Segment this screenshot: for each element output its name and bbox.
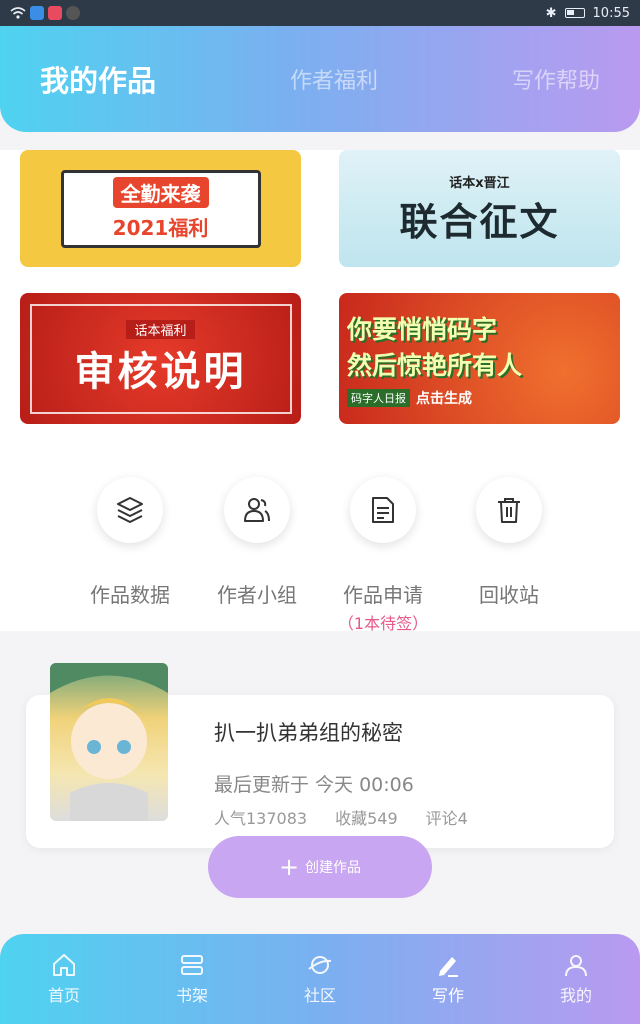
banner-chip: 码字人日报 (347, 388, 410, 407)
tabbar-label: 首页 (47, 986, 80, 1005)
tabbar-bookshelf[interactable]: 书架 (152, 952, 232, 1006)
tabbar-community[interactable]: 社区 (280, 952, 360, 1006)
planet-icon (308, 956, 332, 974)
pending-sign-count: （1本待签） (337, 614, 429, 633)
banner-writing-daily[interactable]: 你要悄悄码字 然后惊艳所有人 码字人日报 点击生成 (339, 293, 620, 424)
home-icon (53, 954, 75, 976)
status-icons-left (10, 6, 80, 20)
banner-attendance-welfare[interactable]: 全勤来袭 2021福利 (20, 150, 301, 267)
tabbar-home[interactable]: 首页 (24, 952, 104, 1006)
heart-app-icon (48, 6, 62, 20)
tabbar-label: 社区 (303, 986, 336, 1005)
tabbar-label: 写作 (431, 986, 464, 1005)
banner-title: 全勤来袭 (112, 176, 209, 208)
shortcut-work-application[interactable]: 作品申请 （1本待签） (318, 477, 448, 634)
work-popularity: 人气137083 (214, 809, 308, 828)
bottom-tab-bar: 首页 书架 社区 写作 我的 (0, 934, 640, 1024)
works-list: 扒一扒弟弟组的秘密 最后更新于 今天 00:06 人气137083 收藏549 … (0, 637, 640, 934)
shortcut-work-data[interactable]: 作品数据 (65, 477, 195, 608)
trash-icon (498, 498, 520, 523)
shortcut-label: 回收站 (479, 583, 539, 607)
banner-card: 全勤来袭 2021福利 (60, 169, 261, 248)
banner-review-guide[interactable]: 话本福利 审核说明 (20, 293, 301, 424)
shortcut-icon-circle (97, 477, 163, 543)
status-icons-right: ✱ 10:55 (546, 6, 630, 21)
layers-icon (117, 497, 143, 523)
work-last-updated: 最后更新于 今天 00:06 (214, 774, 414, 796)
bookshelf-icon (181, 955, 203, 975)
shortcut-label: 作品申请 (343, 583, 423, 607)
shortcut-recycle-bin[interactable]: 回收站 (444, 477, 574, 608)
status-bar: ✱ 10:55 (0, 0, 640, 26)
bluetooth-icon: ✱ (545, 5, 557, 21)
shortcut-label: 作者小组 (217, 583, 297, 607)
battery-icon (564, 8, 585, 18)
banner-footer: 码字人日报 点击生成 (347, 388, 472, 408)
create-work-label: 创建作品 (305, 860, 362, 876)
shortcut-label: 作品数据 (90, 583, 170, 607)
banner-joint-contest[interactable]: 话本x晋江 联合征文 (339, 150, 620, 267)
shortcut-icon-circle (476, 477, 542, 543)
banner-small-text: 话本福利 (126, 320, 195, 339)
tabbar-profile[interactable]: 我的 (536, 952, 616, 1006)
tab-writing-help[interactable]: 写作帮助 (512, 63, 600, 95)
banner-subtitle: 2021福利 (112, 215, 209, 240)
pen-icon (439, 957, 458, 977)
tabbar-write[interactable]: 写作 (408, 952, 488, 1006)
app-notification-icon (30, 6, 44, 20)
document-icon (372, 497, 394, 523)
work-favorites: 收藏549 (335, 809, 398, 828)
tab-author-benefits[interactable]: 作者福利 (290, 63, 378, 95)
banner-title: 审核说明 (74, 349, 247, 395)
user-icon (565, 955, 587, 977)
banner-cta: 点击生成 (416, 390, 472, 407)
settings-app-icon (66, 6, 80, 20)
work-cover-image[interactable] (50, 663, 168, 821)
tabbar-label: 我的 (559, 986, 592, 1005)
banner-small-text: 话本x晋江 (449, 175, 510, 191)
tabbar-label: 书架 (175, 986, 208, 1005)
work-stats: 人气137083 收藏549 评论4 (214, 805, 468, 829)
tab-my-works[interactable]: 我的作品 (40, 58, 156, 100)
shortcut-icon-circle (224, 477, 290, 543)
banner-line1: 你要悄悄码字 (347, 314, 498, 344)
banner-title: 联合征文 (399, 198, 560, 244)
shortcut-row: 作品数据 作者小组 作品申请 （1本待签） 回收站 (0, 425, 640, 634)
banner-grid: 全勤来袭 2021福利 话本x晋江 联合征文 话本福利 审核说明 你要悄悄码字 … (0, 150, 640, 425)
work-title[interactable]: 扒一扒弟弟组的秘密 (214, 717, 403, 747)
anime-character-icon (50, 663, 168, 821)
plus-icon: + (278, 853, 300, 881)
top-tab-header: 我的作品 作者福利 写作帮助 (0, 26, 640, 132)
create-work-button[interactable]: + 创建作品 (208, 836, 432, 898)
shortcut-icon-circle (350, 477, 416, 543)
banner-frame: 话本福利 审核说明 (29, 303, 292, 414)
status-time: 10:55 (592, 5, 630, 21)
banner-line2: 然后惊艳所有人 (347, 350, 523, 380)
work-comments: 评论4 (425, 809, 468, 828)
group-icon (244, 498, 270, 522)
shortcut-author-group[interactable]: 作者小组 (192, 477, 322, 608)
wifi-icon (10, 7, 26, 19)
